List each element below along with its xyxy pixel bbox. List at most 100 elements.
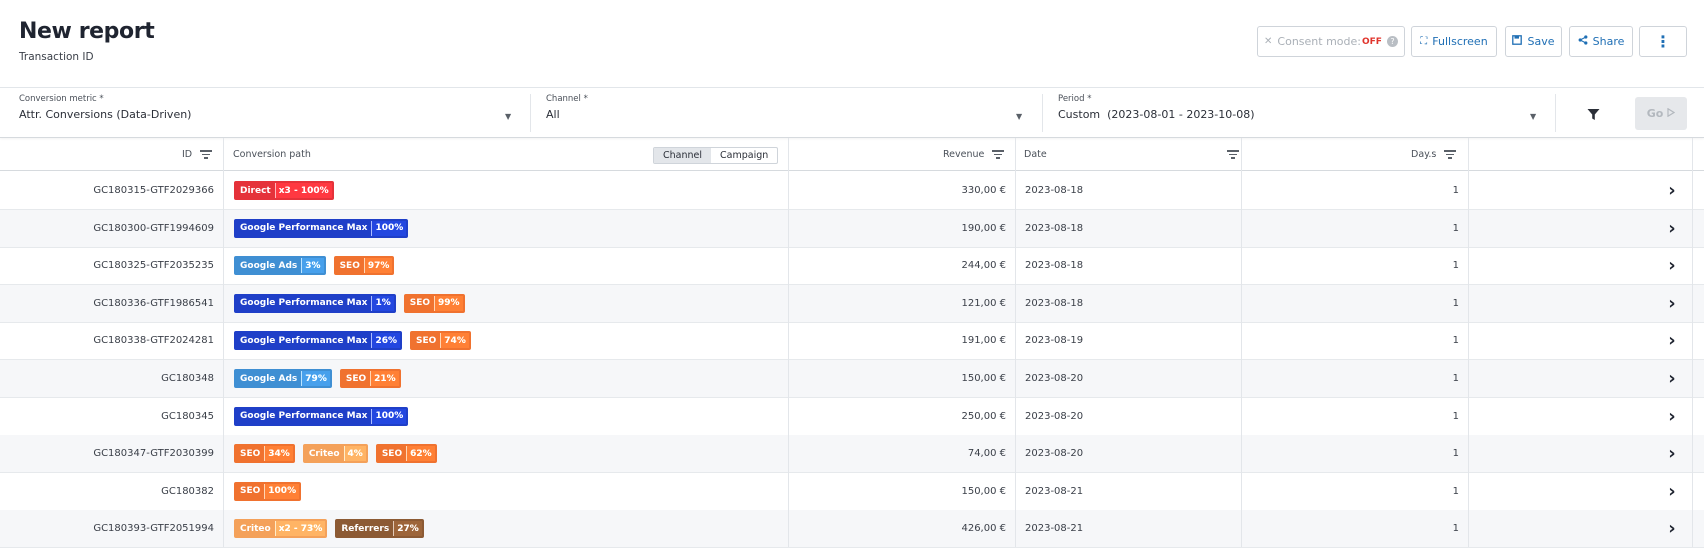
table-row[interactable]: GC180348 Google Ads 79% SEO 21% 150,00 € 2023-…: [0, 360, 1704, 398]
transaction-id: GC180347-GTF2030399: [93, 448, 214, 460]
channel-chip-name: SEO: [236, 483, 265, 499]
conversion-path: Google Performance Max 1% SEO 99%: [234, 285, 465, 322]
toggle-channel[interactable]: Channel: [654, 148, 712, 163]
chevron-right-icon[interactable]: ›: [1665, 398, 1679, 435]
revenue-value: 190,00 €: [961, 222, 1006, 234]
channel-chip: SEO 62%: [375, 444, 437, 464]
channel-chip: SEO 99%: [403, 293, 465, 313]
go-button[interactable]: Go: [1635, 97, 1687, 130]
table-row[interactable]: GC180347-GTF2030399 SEO 34% Criteo 4% SEO 62% 7…: [0, 435, 1704, 474]
filter-divider: [530, 94, 531, 132]
days-value: 1: [1452, 523, 1459, 535]
channel-chip-name: SEO: [405, 295, 435, 311]
transaction-id: GC180338-GTF2024281: [93, 335, 214, 347]
table-row[interactable]: GC180382 SEO 100% 150,00 € 2023-08-21 1 ›: [0, 473, 1704, 511]
chevron-right-icon[interactable]: ›: [1665, 172, 1679, 209]
chevron-right-icon[interactable]: ›: [1665, 360, 1679, 397]
table-row[interactable]: GC180315-GTF2029366 Direct x3 - 100% 330,00…: [0, 172, 1704, 210]
filter-funnel-icon[interactable]: [1583, 105, 1603, 123]
channel-chip: Referrers 27%: [335, 519, 424, 539]
days-value: 1: [1452, 335, 1459, 347]
more-options-button[interactable]: ⋮: [1639, 26, 1687, 57]
page-title: New report: [19, 19, 155, 44]
transaction-id: GC180382: [161, 485, 214, 497]
fullscreen-button[interactable]: ⛶ Fullscreen: [1411, 26, 1497, 57]
consent-mode-label: Consent mode:: [1277, 35, 1361, 48]
revenue-value: 244,00 €: [961, 260, 1006, 272]
conversion-path: Direct x3 - 100%: [234, 172, 334, 209]
filter-bar: Conversion metric * Attr. Conversions (D…: [0, 88, 1704, 138]
channel-chip: SEO 100%: [234, 481, 302, 501]
date-value: 2023-08-20: [1025, 410, 1084, 422]
channel-chip: SEO 34%: [234, 444, 295, 464]
chevron-right-icon[interactable]: ›: [1665, 435, 1679, 472]
channel-chip-share: 100%: [371, 220, 407, 236]
path-mode-toggle[interactable]: Channel Campaign: [653, 147, 779, 164]
date-sort[interactable]: [1219, 138, 1239, 171]
channel-chip-share: x2 - 73%: [274, 521, 326, 537]
channel-chip-share: 4%: [343, 446, 366, 462]
help-icon[interactable]: ?: [1386, 36, 1398, 47]
transaction-id: GC180345: [161, 410, 214, 422]
fullscreen-icon: ⛶: [1420, 36, 1428, 47]
revenue-value: 74,00 €: [967, 448, 1006, 460]
channel-chip: SEO 21%: [339, 369, 401, 388]
table-row[interactable]: GC180336-GTF1986541 Google Performance Ma…: [0, 284, 1704, 323]
table-row[interactable]: GC180338-GTF2024281 Google Performance Ma…: [0, 322, 1704, 361]
days-value: 1: [1452, 260, 1459, 272]
column-date[interactable]: Date: [1024, 138, 1047, 171]
sort-icon[interactable]: [1227, 150, 1239, 159]
chevron-right-icon[interactable]: ›: [1665, 285, 1679, 322]
share-label: Share: [1592, 35, 1625, 48]
table-row[interactable]: GC180393-GTF2051994 Criteo x2 - 73% Referre…: [0, 510, 1704, 549]
channel-chip-name: Direct: [236, 183, 275, 198]
conversion-metric-select[interactable]: Conversion metric * Attr. Conversions (D…: [19, 88, 513, 138]
revenue-value: 121,00 €: [961, 297, 1006, 309]
chevron-right-icon[interactable]: ›: [1665, 322, 1679, 359]
share-button[interactable]: Share: [1569, 26, 1633, 57]
sort-icon[interactable]: [992, 150, 1005, 159]
channel-chip-name: Google Performance Max: [236, 220, 372, 236]
chevron-right-icon[interactable]: ›: [1665, 510, 1679, 547]
table-row[interactable]: GC180345 Google Performance Max 100% 250,00…: [0, 398, 1704, 436]
chevron-right-icon[interactable]: ›: [1665, 247, 1679, 284]
sort-icon[interactable]: [200, 150, 213, 159]
revenue-value: 191,00 €: [961, 335, 1006, 347]
channel-chip-share: 74%: [440, 333, 469, 349]
channel-select[interactable]: Channel * All ▼: [546, 88, 1024, 138]
days-value: 1: [1452, 448, 1459, 460]
column-days[interactable]: Day.s: [1411, 138, 1457, 171]
column-conversion-path: Conversion path: [233, 138, 311, 171]
chevron-down-icon: ▼: [1530, 112, 1537, 121]
period-select[interactable]: Period * Custom (2023-08-01 - 2023-10-08…: [1058, 88, 1538, 138]
channel-chip-name: SEO: [377, 446, 407, 462]
toggle-campaign[interactable]: Campaign: [711, 148, 777, 163]
chevron-right-icon[interactable]: ›: [1665, 473, 1679, 510]
transaction-id: GC180336-GTF1986541: [93, 297, 214, 309]
report-header: New report Transaction ID ✕ Consent mode…: [0, 0, 1704, 88]
more-vertical-icon: ⋮: [1655, 32, 1671, 51]
channel-chip: Google Performance Max 26%: [234, 331, 403, 351]
column-id[interactable]: ID: [182, 138, 213, 171]
table-row[interactable]: GC180300-GTF1994609 Google Performance Ma…: [0, 209, 1704, 248]
date-value: 2023-08-18: [1025, 260, 1084, 272]
save-button[interactable]: Save: [1505, 26, 1562, 57]
days-value: 1: [1452, 185, 1459, 196]
table-header: ID Conversion path Channel Campaign Reve…: [0, 138, 1704, 171]
chevron-right-icon[interactable]: ›: [1665, 210, 1679, 247]
table-row[interactable]: GC180325-GTF2035235 Google Ads 3% SEO 97% 244…: [0, 247, 1704, 286]
sort-icon[interactable]: [1444, 150, 1457, 159]
channel-chip-share: 21%: [370, 371, 399, 386]
column-divider: [1241, 138, 1242, 547]
channel-chip-name: Google Ads: [236, 258, 302, 274]
consent-mode-button[interactable]: ✕ Consent mode: OFF ?: [1257, 26, 1405, 57]
days-value: 1: [1452, 222, 1459, 234]
channel-chip: Direct x3 - 100%: [234, 181, 334, 200]
column-revenue[interactable]: Revenue: [943, 138, 1005, 171]
date-value: 2023-08-20: [1025, 448, 1084, 460]
channel-chip: Google Performance Max 100%: [234, 406, 409, 426]
conversion-metric-value: Attr. Conversions (Data-Driven): [19, 108, 192, 121]
column-date-label: Date: [1024, 149, 1047, 160]
column-divider: [1692, 138, 1693, 547]
consent-icon: ✕: [1264, 36, 1273, 47]
